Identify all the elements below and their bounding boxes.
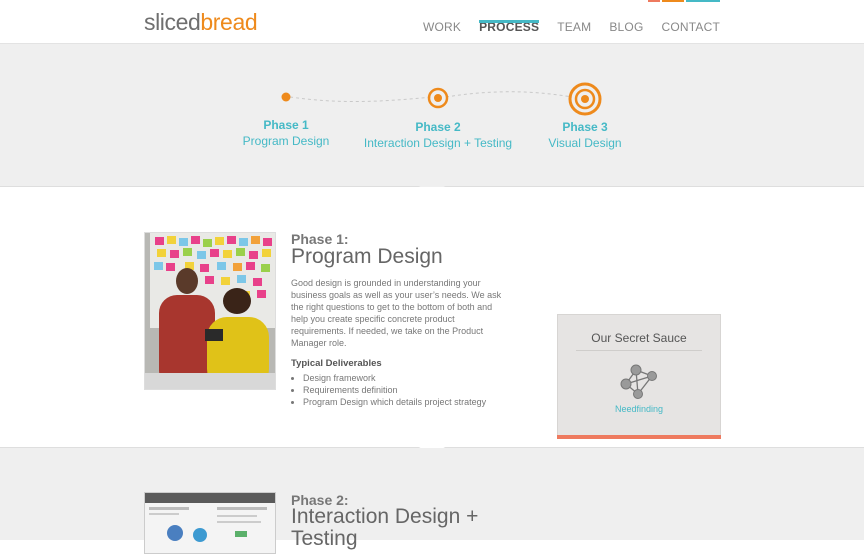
secret-sauce-accent-bar — [557, 435, 721, 439]
phase2-target-icon — [427, 87, 449, 109]
phase-3-number: Phase 3 — [562, 120, 608, 134]
list-item: Program Design which details project str… — [303, 396, 486, 408]
logo-text-sliced: sliced — [144, 9, 201, 35]
site-logo[interactable]: slicedbread — [144, 8, 258, 36]
phase-1-description: Good design is grounded in understanding… — [291, 278, 502, 348]
team-sticky-notes-photo — [144, 232, 276, 390]
site-header: slicedbread WORK PROCESS TEAM BLOG CONTA… — [0, 0, 864, 44]
needfinding-link[interactable]: Needfinding — [558, 404, 720, 414]
process-timeline: Phase 1 Program Design Phase 2 Interacti… — [0, 44, 864, 187]
nav-team[interactable]: TEAM — [557, 0, 591, 34]
network-icon — [620, 364, 657, 399]
phase-2-title: Interaction Design + Testing — [291, 506, 478, 550]
nav-process[interactable]: PROCESS — [479, 0, 540, 34]
logo-text-bread: bread — [200, 9, 258, 35]
deliverables-list: Design framework Requirements definition… — [291, 372, 486, 408]
deliverables-heading: Typical Deliverables — [291, 358, 382, 369]
secret-sauce-card: Our Secret Sauce Needfinding — [557, 314, 721, 439]
timeline-phase-1[interactable]: Phase 1 Program Design — [236, 118, 336, 148]
phase-2-title-line2: Testing — [291, 527, 358, 550]
secret-sauce-divider — [576, 350, 702, 351]
secret-sauce-title: Our Secret Sauce — [591, 331, 687, 345]
timeline-phase-2[interactable]: Phase 2 Interaction Design + Testing — [363, 120, 513, 150]
phase-2-title-line1: Interaction Design + — [291, 505, 479, 528]
phase3-target-icon — [568, 82, 602, 116]
nav-work[interactable]: WORK — [423, 0, 461, 34]
phase1-dot-icon — [281, 92, 291, 102]
main-nav: WORK PROCESS TEAM BLOG CONTACT — [423, 0, 720, 43]
phase-1-title: Program Design — [291, 245, 443, 268]
timeline-dashed-path — [281, 82, 602, 116]
list-item: Design framework — [303, 372, 486, 384]
phase-1-name: Program Design — [242, 134, 330, 148]
nav-blog[interactable]: BLOG — [609, 0, 643, 34]
phase-1-number: Phase 1 — [263, 118, 309, 132]
phase-2-name: Interaction Design + Testing — [363, 136, 513, 150]
list-item: Requirements definition — [303, 384, 486, 396]
phase-1-section: Phase 1: Program Design Good design is g… — [0, 187, 864, 448]
phase-2-number: Phase 2 — [415, 120, 461, 134]
phase-2-section: Phase 2: Interaction Design + Testing — [0, 448, 864, 554]
timeline-phase-3[interactable]: Phase 3 Visual Design — [535, 120, 635, 150]
nav-contact[interactable]: CONTACT — [661, 0, 720, 34]
interaction-design-screenshot — [144, 492, 276, 554]
phase-3-name: Visual Design — [548, 136, 622, 150]
